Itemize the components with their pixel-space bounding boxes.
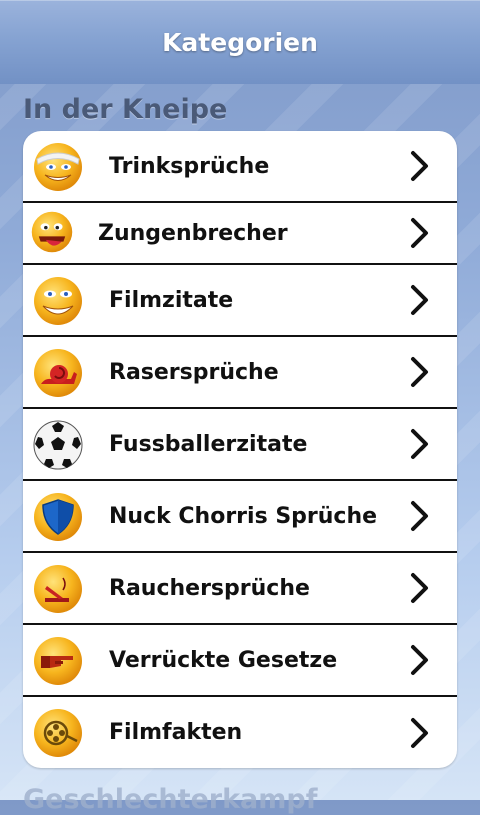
snail-icon: [33, 348, 83, 398]
chevron-right-icon: [409, 716, 431, 750]
section-title-kneipe: In der Kneipe: [23, 94, 228, 125]
chevron-right-icon: [409, 149, 431, 183]
app-header: Kategorien: [0, 0, 480, 84]
list-item-raucherspruche[interactable]: Rauchersprüche: [23, 553, 457, 625]
chevron-right-icon: [409, 355, 431, 389]
list-item-label: Verrückte Gesetze: [109, 647, 338, 673]
chevron-right-icon: [409, 216, 431, 250]
cigarette-icon: [33, 564, 83, 614]
pointing-hand-icon: [33, 636, 83, 686]
chevron-right-icon: [409, 571, 431, 605]
list-item-label: Nuck Chorris Sprüche: [109, 503, 378, 529]
chevron-right-icon: [409, 283, 431, 317]
chevron-right-icon: [409, 427, 431, 461]
list-item-label: Zungenbrecher: [98, 220, 288, 246]
list-item-label: Filmfakten: [109, 720, 243, 745]
category-list: Trinksprüche Zungenbrecher Filmzitate Ra…: [23, 131, 457, 768]
chevron-right-icon: [409, 499, 431, 533]
list-item-nuck-chorris[interactable]: Nuck Chorris Sprüche: [23, 481, 457, 553]
list-item-raserspruche[interactable]: Rasersprüche: [23, 337, 457, 409]
list-item-label: Rauchersprüche: [109, 575, 310, 601]
chevron-right-icon: [409, 643, 431, 677]
list-item-zungenbrecher[interactable]: Zungenbrecher: [23, 203, 457, 265]
grinning-smiley-icon: [33, 276, 83, 326]
list-item-fussballerzitate[interactable]: Fussballerzitate: [23, 409, 457, 481]
list-item-label: Fussballerzitate: [109, 431, 308, 457]
list-item-label: Rasersprüche: [109, 359, 279, 385]
page-title: Kategorien: [162, 27, 318, 57]
soccer-ball-icon: [33, 420, 83, 470]
tongue-smiley-icon: [29, 209, 75, 255]
list-item-trinksprueche[interactable]: Trinksprüche: [23, 131, 457, 203]
list-item-verrueckte-gesetze[interactable]: Verrückte Gesetze: [23, 625, 457, 697]
bandaged-smiley-icon: [33, 142, 83, 192]
list-item-filmfakten[interactable]: Filmfakten: [23, 697, 457, 768]
film-reel-icon: [33, 708, 83, 758]
shield-icon: [33, 492, 83, 542]
list-item-filmzitate[interactable]: Filmzitate: [23, 265, 457, 337]
list-item-label: Filmzitate: [109, 287, 234, 313]
list-item-label: Trinksprüche: [109, 153, 270, 179]
